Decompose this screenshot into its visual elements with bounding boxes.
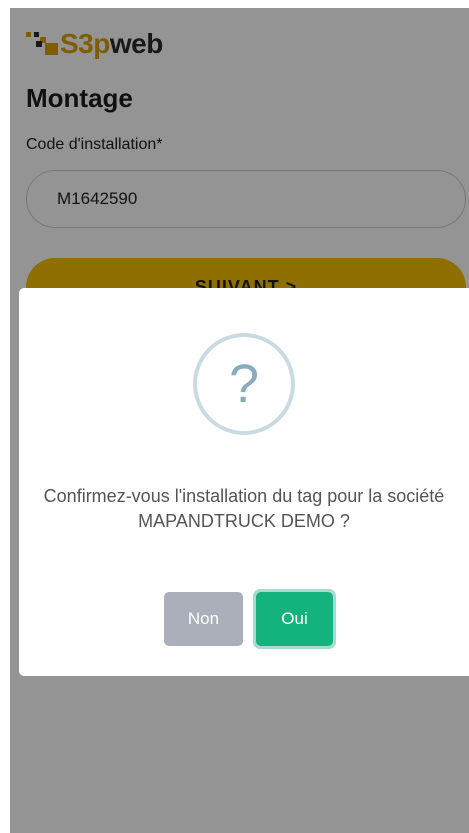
question-icon: ?: [193, 333, 295, 435]
cancel-button[interactable]: Non: [164, 592, 243, 646]
confirm-button[interactable]: Oui: [256, 592, 333, 646]
cancel-button-label: Non: [187, 609, 220, 628]
question-mark-glyph: ?: [228, 354, 260, 414]
dialog-message: Confirmez-vous l'installation du tag pou…: [43, 486, 445, 531]
confirm-button-label: Oui: [281, 609, 308, 628]
app-screen: S3pweb Montage Code d'installation* M164…: [10, 8, 469, 833]
confirmation-dialog: ? Confirmez-vous l'installation du tag p…: [19, 288, 469, 676]
